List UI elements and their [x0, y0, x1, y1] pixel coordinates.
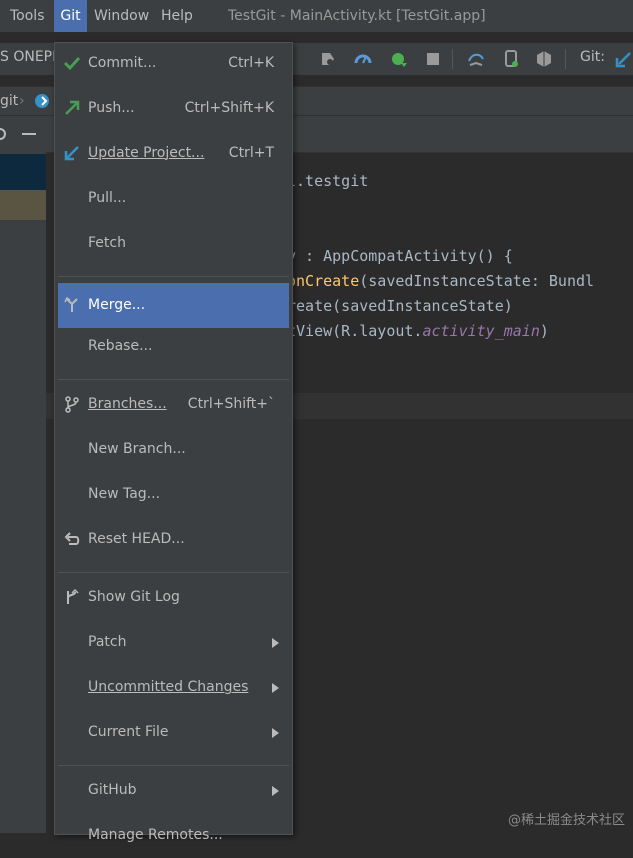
update-arrow-icon	[64, 146, 79, 161]
code-line[interactable]: onCreate(savedInstanceState: Bundl	[287, 269, 594, 294]
code-token: tView(R.layout.	[287, 322, 423, 340]
menu-item-new-tag[interactable]: New Tag...	[58, 472, 289, 517]
menu-item-branches[interactable]: Branches... Ctrl+Shift+`	[58, 382, 289, 427]
kotlin-file-icon[interactable]	[33, 92, 51, 110]
menu-item-current-file[interactable]: Current File	[58, 710, 289, 755]
toolbar-divider	[565, 49, 566, 69]
panel-header	[0, 116, 46, 152]
code-token: l.testgit	[287, 172, 369, 190]
menu-item-uncommitted-changes[interactable]: Uncommitted Changes	[58, 665, 289, 710]
panel-settings-icon[interactable]	[0, 127, 8, 141]
window-title: TestGit - MainActivity.kt [TestGit.app]	[228, 8, 486, 24]
check-icon	[63, 56, 81, 71]
code-token: y : AppCompatActivity() {	[287, 247, 513, 265]
menu-item-label: Rebase...	[88, 338, 153, 354]
project-tree-selected-row[interactable]	[0, 154, 46, 190]
sync-gradle-icon[interactable]	[466, 49, 486, 69]
project-tree-highlight-row[interactable]	[0, 190, 46, 220]
menu-item-shortcut: Ctrl+Shift+K	[184, 100, 274, 116]
menu-item-rebase[interactable]: Rebase...	[58, 324, 289, 369]
menu-item-label: Uncommitted Changes	[88, 679, 249, 695]
code-token: )	[539, 322, 549, 340]
menu-item-pull[interactable]: Pull...	[58, 176, 289, 221]
code-token: activity_main	[422, 322, 540, 340]
code-line[interactable]: reate(savedInstanceState)	[287, 294, 513, 319]
menu-item-shortcut: Ctrl+T	[228, 145, 274, 161]
menu-item-label: New Tag...	[88, 486, 161, 502]
merge-icon	[64, 296, 78, 312]
menu-item-label: Reset HEAD...	[88, 531, 185, 547]
profiler-icon[interactable]	[353, 49, 373, 69]
menu-item-label: Push...	[88, 100, 135, 116]
menu-item-update-project[interactable]: Update Project... Ctrl+T	[58, 131, 289, 176]
watermark: @稀土掘金技术社区	[507, 813, 625, 828]
menu-git[interactable]: Git	[54, 0, 87, 32]
menu-help[interactable]: Help	[161, 0, 193, 32]
code-line[interactable]: y : AppCompatActivity() {	[287, 244, 513, 269]
menu-item-label: Patch	[88, 634, 127, 650]
menu-item-label: Current File	[88, 724, 169, 740]
menu-item-show-git-log[interactable]: Show Git Log	[58, 575, 289, 620]
toolbar-divider	[452, 49, 453, 69]
menu-item-patch[interactable]: Patch	[58, 620, 289, 665]
menu-separator	[58, 572, 289, 573]
menu-separator	[58, 765, 289, 766]
menu-item-label: Update Project...	[88, 145, 205, 161]
minimize-icon[interactable]	[22, 133, 36, 135]
menu-separator	[58, 276, 289, 277]
menu-item-label: Merge...	[88, 297, 146, 313]
menu-tools[interactable]: Tools	[10, 0, 45, 32]
menu-item-new-branch[interactable]: New Branch...	[58, 427, 289, 472]
menu-window[interactable]: Window	[94, 0, 149, 32]
device-selector[interactable]: S ONEPL	[0, 43, 60, 75]
git-menu: Commit... Ctrl+K Push... Ctrl+Shift+K Up…	[54, 41, 293, 843]
menu-item-label: Branches...	[88, 396, 167, 412]
menu-item-label: Manage Remotes...	[88, 827, 223, 843]
code-token: reate(savedInstanceState)	[287, 297, 513, 315]
menu-item-shortcut: Ctrl+K	[228, 55, 274, 71]
branch-icon	[65, 396, 79, 413]
submenu-arrow-icon	[272, 638, 279, 648]
menu-item-label: Show Git Log	[88, 589, 180, 605]
menu-item-label: Commit...	[88, 55, 157, 71]
code-token: (savedInstanceState: Bundl	[359, 272, 595, 290]
menu-item-fetch[interactable]: Fetch	[58, 221, 289, 266]
submenu-arrow-icon	[272, 728, 279, 738]
menu-item-label: Pull...	[88, 190, 127, 206]
code-line[interactable]: l.testgit	[287, 169, 368, 194]
menu-item-reset-head[interactable]: Reset HEAD...	[58, 517, 289, 562]
apply-changes-icon[interactable]	[389, 49, 409, 69]
menu-bar: Tools Git Window Help TestGit - MainActi…	[0, 0, 633, 32]
menu-separator	[58, 379, 289, 380]
update-project-icon[interactable]	[614, 49, 633, 69]
menu-item-label: GitHub	[88, 782, 137, 798]
stop-icon[interactable]	[423, 49, 443, 69]
project-panel	[0, 116, 46, 833]
git-log-icon	[67, 588, 79, 604]
submenu-arrow-icon	[272, 786, 279, 796]
menu-item-label: Fetch	[88, 235, 126, 251]
reset-icon	[64, 532, 80, 545]
breadcrumb[interactable]: git	[0, 87, 18, 115]
code-token: onCreate	[287, 272, 360, 290]
menu-item-merge[interactable]: Merge...	[58, 283, 289, 328]
push-arrow-icon	[65, 100, 80, 115]
menu-item-commit[interactable]: Commit... Ctrl+K	[58, 41, 289, 86]
menu-item-push[interactable]: Push... Ctrl+Shift+K	[58, 86, 289, 131]
menu-item-github[interactable]: GitHub	[58, 768, 289, 813]
code-line[interactable]: tView(R.layout.activity_main)	[287, 319, 549, 344]
menu-item-manage-remotes[interactable]: Manage Remotes...	[58, 813, 289, 858]
debug-icon[interactable]	[318, 49, 338, 69]
breadcrumb-separator-icon: ›	[19, 93, 25, 109]
menu-item-label: New Branch...	[88, 441, 186, 457]
submenu-arrow-icon	[272, 683, 279, 693]
git-toolbar-label: Git:	[580, 49, 605, 65]
menu-item-shortcut: Ctrl+Shift+`	[187, 396, 275, 412]
device-manager-icon[interactable]	[501, 49, 521, 69]
sdk-manager-icon[interactable]	[534, 49, 554, 69]
